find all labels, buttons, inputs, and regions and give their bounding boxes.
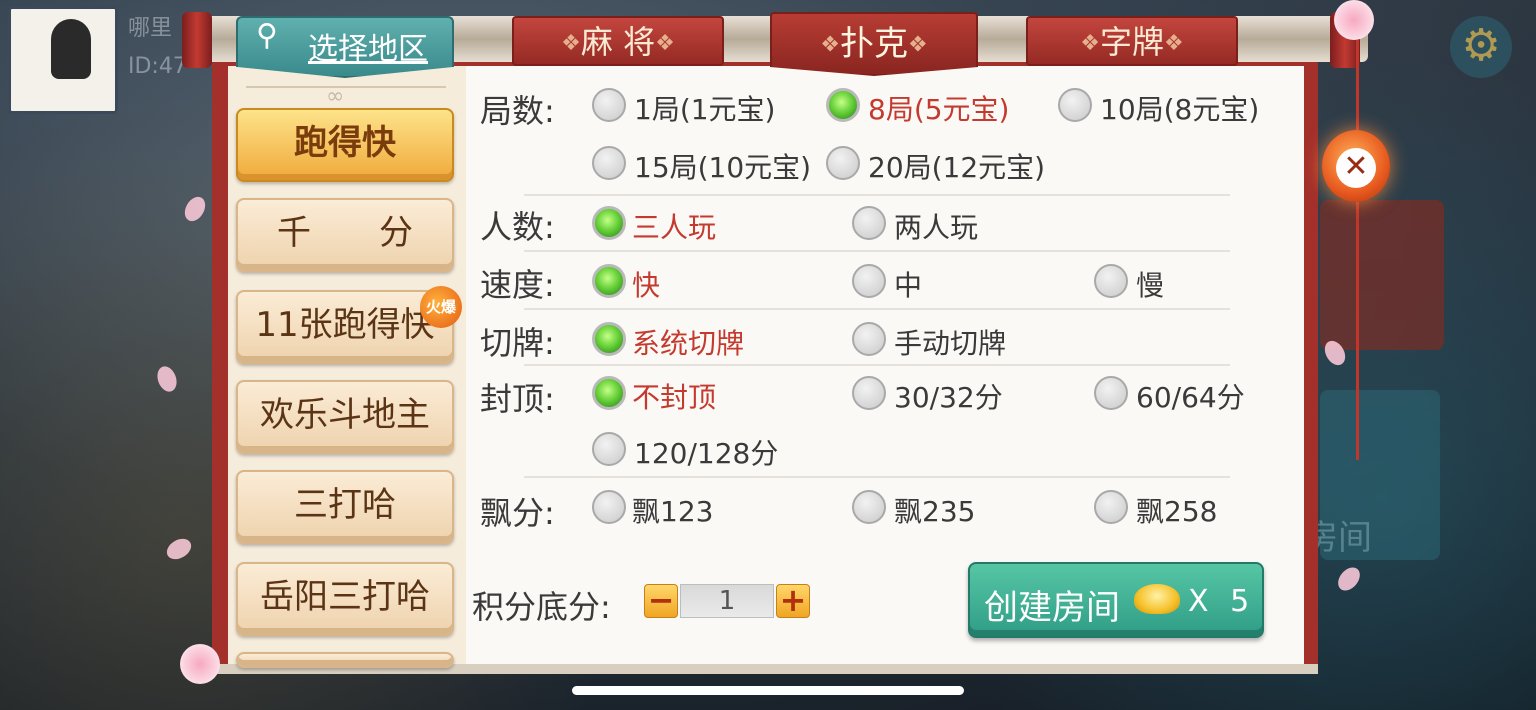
tab-poker[interactable]: ❖扑克❖ xyxy=(770,12,978,76)
hot-badge: 火爆 xyxy=(420,286,462,328)
cap-radio-120[interactable] xyxy=(592,432,626,466)
cap-radio-60[interactable] xyxy=(1094,376,1128,410)
ornament-icon: ❖ xyxy=(1080,31,1100,56)
divider xyxy=(524,308,1230,310)
players-radio-2[interactable] xyxy=(852,206,886,240)
increment-button[interactable]: + xyxy=(776,584,810,618)
tab-zipai[interactable]: ❖字牌❖ xyxy=(1026,16,1238,66)
divider xyxy=(524,194,1230,196)
rounds-option-15[interactable]: 15局(10元宝) xyxy=(634,146,811,186)
decrement-button[interactable]: − xyxy=(644,584,678,618)
cut-option-manual[interactable]: 手动切牌 xyxy=(894,322,1006,362)
cap-radio-30[interactable] xyxy=(852,376,886,410)
rounds-radio-10[interactable] xyxy=(1058,88,1092,122)
speed-radio-medium[interactable] xyxy=(852,264,886,298)
cut-radio-system[interactable] xyxy=(592,322,626,356)
speed-option-medium[interactable]: 中 xyxy=(894,264,922,304)
divider xyxy=(524,250,1230,252)
float-option-123[interactable]: 飘123 xyxy=(632,490,713,530)
location-pin-icon: ⚲ xyxy=(256,18,278,53)
players-option-2[interactable]: 两人玩 xyxy=(894,206,978,246)
cut-option-system[interactable]: 系统切牌 xyxy=(632,322,744,362)
players-label: 人数: xyxy=(480,208,555,246)
cap-option-120[interactable]: 120/128分 xyxy=(634,432,778,472)
gold-ingot-icon xyxy=(1134,584,1180,614)
ornament-icon: ❖ xyxy=(820,32,840,58)
tab-label: 麻 将 xyxy=(580,23,656,61)
float-radio-123[interactable] xyxy=(592,490,626,524)
ribbon-knot-icon: ∞ xyxy=(326,84,345,109)
speed-label: 速度: xyxy=(480,266,555,304)
rounds-radio-20[interactable] xyxy=(826,146,860,180)
home-indicator xyxy=(572,686,964,695)
speed-option-fast[interactable]: 快 xyxy=(632,264,660,304)
region-label[interactable]: 选择地区 xyxy=(308,24,428,68)
cap-label: 封顶: xyxy=(480,380,555,418)
players-radio-3[interactable] xyxy=(592,206,626,240)
avatar xyxy=(8,6,118,114)
cut-label: 切牌: xyxy=(480,324,555,362)
divider xyxy=(246,86,446,88)
speed-radio-slow[interactable] xyxy=(1094,264,1128,298)
blossom-icon xyxy=(1334,0,1374,40)
ornament-icon: ❖ xyxy=(561,31,581,56)
game-more-button[interactable] xyxy=(236,652,454,668)
speed-radio-fast[interactable] xyxy=(592,264,626,298)
tab-label: 扑克 xyxy=(840,24,908,64)
cut-radio-manual[interactable] xyxy=(852,322,886,356)
create-room-label[interactable]: 创建房间 xyxy=(984,580,1120,629)
gear-icon[interactable]: ⚙ xyxy=(1450,16,1512,78)
close-icon[interactable]: ✕ xyxy=(1336,148,1376,188)
rounds-radio-15[interactable] xyxy=(592,146,626,180)
user-name: 哪里 xyxy=(128,16,173,41)
base-score-field[interactable]: 1 xyxy=(680,584,774,618)
tab-mahjong[interactable]: ❖麻 将❖ xyxy=(512,16,724,66)
lantern-string xyxy=(1356,40,1359,460)
base-score-label: 积分底分: xyxy=(472,588,611,626)
rounds-radio-1[interactable] xyxy=(592,88,626,122)
rounds-option-20[interactable]: 20局(12元宝) xyxy=(868,146,1045,186)
rounds-label: 局数: xyxy=(480,92,555,130)
room-cost: X 5 xyxy=(1188,584,1256,619)
background-panel xyxy=(1320,200,1444,350)
cap-radio-none[interactable] xyxy=(592,376,626,410)
ornament-icon: ❖ xyxy=(1164,31,1184,56)
game-doudizhu-button[interactable]: 欢乐斗地主 xyxy=(236,380,454,454)
cap-option-60[interactable]: 60/64分 xyxy=(1136,376,1245,416)
ornament-icon: ❖ xyxy=(655,31,675,56)
float-option-258[interactable]: 飘258 xyxy=(1136,490,1217,530)
game-sandaha-button[interactable]: 三打哈 xyxy=(236,470,454,544)
rounds-option-8[interactable]: 8局(5元宝) xyxy=(868,88,1009,128)
tab-label: 字牌 xyxy=(1099,23,1164,61)
float-label: 飘分: xyxy=(480,494,555,532)
speed-option-slow[interactable]: 慢 xyxy=(1136,264,1164,304)
rounds-radio-8[interactable] xyxy=(826,88,860,122)
avatar-portrait xyxy=(51,19,91,79)
scroll-rod-end-left xyxy=(182,12,212,68)
divider xyxy=(524,476,1230,478)
divider xyxy=(524,364,1230,366)
float-radio-258[interactable] xyxy=(1094,490,1128,524)
game-yueyang-sandaha-button[interactable]: 岳阳三打哈 xyxy=(236,562,454,636)
rounds-option-10[interactable]: 10局(8元宝) xyxy=(1100,88,1259,128)
blossom-icon xyxy=(180,644,220,684)
float-option-235[interactable]: 飘235 xyxy=(894,490,975,530)
ornament-icon: ❖ xyxy=(908,32,928,58)
game-paodekuai-button[interactable]: 跑得快 xyxy=(236,108,454,182)
game-qianfen-button[interactable]: 千 分 xyxy=(236,198,454,272)
float-radio-235[interactable] xyxy=(852,490,886,524)
user-id: ID:47 xyxy=(128,54,187,79)
cap-option-30[interactable]: 30/32分 xyxy=(894,376,1003,416)
cap-option-none[interactable]: 不封顶 xyxy=(632,376,716,416)
rounds-option-1[interactable]: 1局(1元宝) xyxy=(634,88,775,128)
players-option-3[interactable]: 三人玩 xyxy=(632,206,716,246)
